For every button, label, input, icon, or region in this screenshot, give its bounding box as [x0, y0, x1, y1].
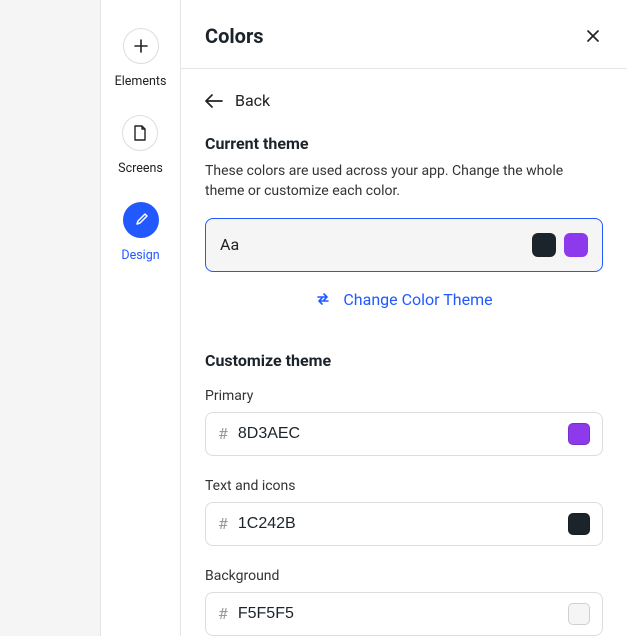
- theme-sample-text: Aa: [220, 235, 239, 254]
- hash-prefix: #: [218, 424, 228, 443]
- current-theme-heading: Current theme: [205, 134, 603, 153]
- color-value-input[interactable]: [238, 425, 558, 443]
- sidebar-rail: Elements Screens Design: [100, 0, 180, 636]
- color-field-text-icons: Text and icons #: [205, 478, 603, 546]
- panel-header: Colors: [181, 0, 627, 69]
- sidebar-item-design[interactable]: Design: [121, 202, 159, 263]
- close-button[interactable]: [583, 26, 603, 46]
- sidebar-item-screens[interactable]: Screens: [118, 115, 163, 176]
- color-chip[interactable]: [568, 603, 590, 625]
- design-panel: Colors Back Current theme These colors a…: [180, 0, 627, 636]
- color-field-background: Background #: [205, 568, 603, 636]
- outer-margin: [0, 0, 100, 636]
- field-label: Background: [205, 568, 603, 584]
- color-chip[interactable]: [568, 423, 590, 445]
- close-icon: [585, 28, 601, 44]
- sidebar-item-elements[interactable]: Elements: [115, 28, 167, 89]
- swap-icon: [315, 291, 331, 307]
- color-input-background[interactable]: #: [205, 592, 603, 636]
- theme-preview-card[interactable]: Aa: [205, 218, 603, 272]
- plus-icon: [123, 28, 159, 64]
- sidebar-item-label: Design: [121, 248, 159, 263]
- change-color-theme-button[interactable]: Change Color Theme: [205, 290, 603, 309]
- hash-prefix: #: [218, 514, 228, 533]
- field-label: Primary: [205, 388, 603, 404]
- brush-icon: [123, 202, 159, 238]
- hash-prefix: #: [218, 604, 228, 623]
- swatch-primary-color: [564, 233, 588, 257]
- color-chip[interactable]: [568, 513, 590, 535]
- sidebar-item-label: Elements: [115, 74, 167, 89]
- swatch-text-color: [532, 233, 556, 257]
- change-theme-label: Change Color Theme: [343, 290, 492, 309]
- panel-title: Colors: [205, 24, 264, 48]
- page-icon: [122, 115, 158, 151]
- color-field-primary: Primary #: [205, 388, 603, 456]
- panel-body: Back Current theme These colors are used…: [181, 69, 627, 636]
- customize-theme-heading: Customize theme: [205, 351, 603, 370]
- sidebar-item-label: Screens: [118, 161, 163, 176]
- field-label: Text and icons: [205, 478, 603, 494]
- back-label: Back: [235, 91, 270, 110]
- theme-swatches: [532, 233, 588, 257]
- current-theme-description: These colors are used across your app. C…: [205, 161, 603, 202]
- back-button[interactable]: Back: [205, 91, 603, 110]
- color-input-text-icons[interactable]: #: [205, 502, 603, 546]
- color-value-input[interactable]: [238, 605, 558, 623]
- color-input-primary[interactable]: #: [205, 412, 603, 456]
- arrow-left-icon: [205, 94, 223, 108]
- color-value-input[interactable]: [238, 515, 558, 533]
